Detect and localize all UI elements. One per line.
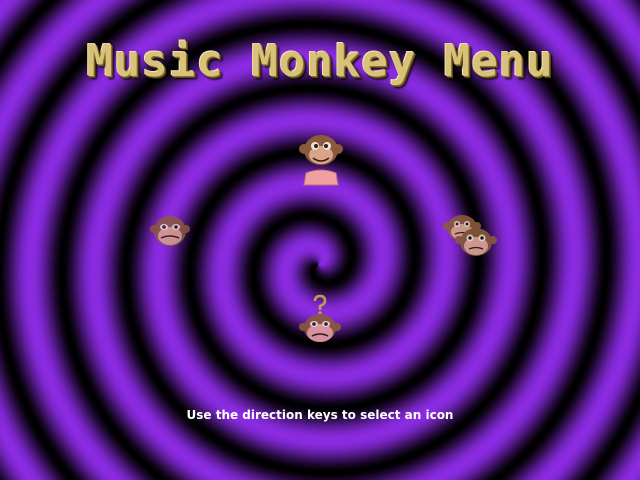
monkey-question-icon[interactable] xyxy=(298,294,342,344)
game-screen: Music Monkey Menu Use the direction keys… xyxy=(0,0,640,480)
monkey-face-icon[interactable] xyxy=(149,214,191,248)
two-monkeys-icon[interactable] xyxy=(443,212,497,258)
instruction-text: Use the direction keys to select an icon xyxy=(186,408,454,422)
menu-title: Music Monkey Menu xyxy=(86,36,554,87)
monkey-with-shirt-icon[interactable] xyxy=(298,133,344,187)
